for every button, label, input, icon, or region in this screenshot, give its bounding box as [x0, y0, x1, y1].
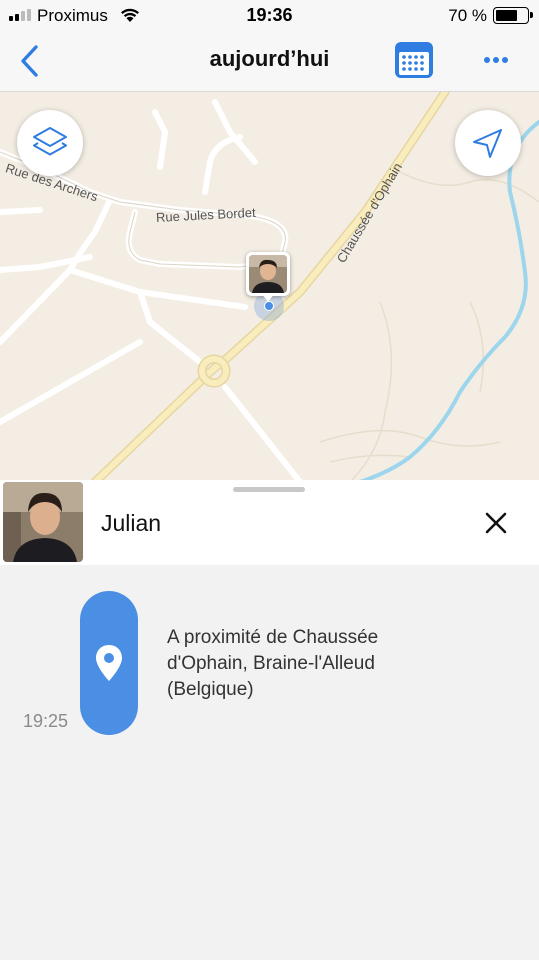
battery-percent: 70 % [448, 6, 487, 25]
avatar [3, 482, 83, 562]
battery-icon [493, 7, 533, 24]
visit-time: 19:25 [23, 711, 69, 731]
screen: Proximus 19:36 70 % aujourd’hui Rue des … [0, 0, 539, 960]
visit-marker[interactable] [80, 591, 138, 735]
visit-address-line: (Belgique) [167, 679, 254, 700]
sheet-grabber[interactable] [233, 487, 305, 492]
map-view[interactable]: Rue des Archers Rue Jules Bordet Chaussé… [0, 92, 539, 482]
person-sheet-header[interactable]: Julian [0, 480, 539, 565]
layers-button[interactable] [17, 110, 83, 176]
status-bar: Proximus 19:36 70 % [0, 0, 539, 30]
page-title: aujourd’hui [209, 46, 330, 71]
calendar-button[interactable] [393, 40, 435, 80]
map-pin-icon [96, 645, 122, 681]
calendar-icon [395, 42, 433, 78]
ellipsis-icon [484, 57, 508, 63]
layers-icon [33, 127, 67, 156]
timeline: 19:25 A proximité de Chaussée d'Ophain, … [0, 565, 539, 960]
more-button[interactable] [476, 44, 516, 76]
person-name: Julian [101, 510, 162, 536]
close-button[interactable] [480, 507, 512, 539]
visit-address-line: A proximité de Chaussée [167, 627, 379, 648]
avatar-marker [249, 255, 287, 293]
close-icon [485, 512, 507, 534]
person-map-marker[interactable] [246, 252, 290, 304]
location-arrow-icon [473, 129, 502, 158]
nav-bar: aujourd’hui [0, 30, 539, 92]
locate-button[interactable] [455, 110, 521, 176]
visit-address: A proximité de Chaussée d'Ophain, Braine… [167, 625, 497, 703]
visit-address-line: d'Ophain, Braine-l'Alleud [167, 653, 375, 674]
